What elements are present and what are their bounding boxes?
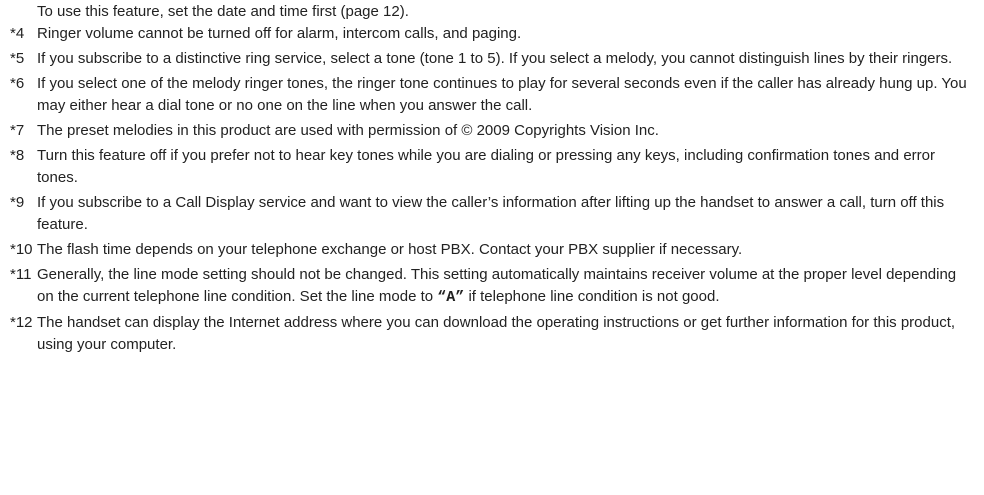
footnote-text-after: if telephone line condition is not good.: [464, 288, 720, 305]
footnote-text: Turn this feature off if you prefer not …: [37, 147, 935, 186]
intro-line: To use this feature, set the date and ti…: [37, 3, 409, 20]
footnote-text: The flash time depends on your telephone…: [37, 241, 743, 258]
footnote-text: If you subscribe to a distinctive ring s…: [37, 50, 953, 67]
footnote-mark: *7: [10, 122, 25, 139]
line-mode-value: “A”: [437, 289, 465, 306]
footnote-mark: *8: [10, 147, 25, 164]
footnote-text: Generally, the line mode setting should …: [37, 264, 970, 309]
footnote-mark: *4: [10, 25, 25, 42]
footnote-text: Ringer volume cannot be turned off for a…: [37, 25, 522, 42]
footnote-item: *5 If you subscribe to a distinctive rin…: [10, 48, 970, 70]
footnote-item: *7 The preset melodies in this product a…: [10, 120, 970, 142]
footnote-item: *11 Generally, the line mode setting sho…: [10, 264, 970, 309]
footnote-text: The preset melodies in this product are …: [37, 122, 659, 139]
footnote-mark: *9: [10, 194, 25, 211]
footnote-item: *6 If you select one of the melody ringe…: [10, 73, 970, 117]
footnote-text: If you select one of the melody ringer t…: [37, 75, 967, 114]
footnote-mark: *5: [10, 50, 25, 67]
footnote-item: *4 Ringer volume cannot be turned off fo…: [10, 23, 970, 45]
footnote-mark: *11: [10, 266, 32, 283]
footnote-item: *9 If you subscribe to a Call Display se…: [10, 192, 970, 236]
footnote-list: *4 Ringer volume cannot be turned off fo…: [10, 23, 970, 359]
footnote-mark: *12: [10, 314, 33, 331]
footnote-item: *8 Turn this feature off if you prefer n…: [10, 145, 970, 189]
footnote-text: If you subscribe to a Call Display servi…: [37, 194, 945, 233]
footnote-item: *10 The flash time depends on your telep…: [10, 239, 970, 261]
footnote-mark: *6: [10, 75, 25, 92]
footnote-mark: *10: [10, 241, 33, 258]
footnote-item: *12 The handset can display the Internet…: [10, 312, 970, 356]
footnote-text: The handset can display the Internet add…: [37, 314, 956, 353]
